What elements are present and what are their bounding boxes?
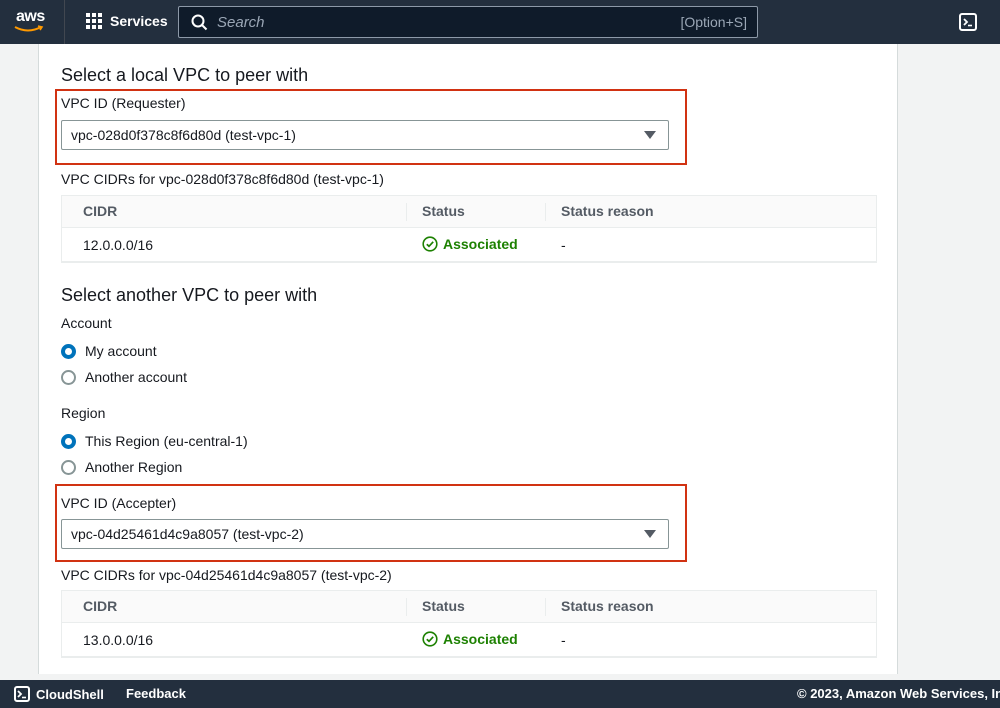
caret-down-icon [644, 131, 656, 139]
services-label: Services [110, 13, 168, 29]
cloudshell-icon[interactable] [959, 13, 977, 31]
search-input[interactable]: Search [Option+S] [178, 6, 758, 38]
accepter-cidr-table: CIDR Status Status reason 13.0.0.0/16 As… [61, 590, 877, 658]
aws-smile-icon [14, 25, 44, 32]
footer-bar: CloudShell Feedback © 2023, Amazon Web S… [0, 680, 1000, 708]
grid-menu-icon [86, 13, 102, 29]
status-reason-cell: - [561, 237, 566, 253]
caret-down-icon [644, 530, 656, 538]
check-circle-icon [422, 236, 438, 252]
feedback-link[interactable]: Feedback [126, 686, 186, 701]
radio-label: This Region (eu-central-1) [85, 433, 248, 449]
accepter-vpc-value: vpc-04d25461d4c9a8057 (test-vpc-2) [71, 526, 304, 542]
column-header-cidr: CIDR [83, 203, 118, 219]
radio-my-account[interactable]: My account [61, 343, 157, 359]
status-reason-cell: - [561, 632, 566, 648]
account-label: Account [61, 315, 112, 331]
check-circle-icon [422, 631, 438, 647]
radio-label: My account [85, 343, 157, 359]
requester-vpc-value: vpc-028d0f378c8f6d80d (test-vpc-1) [71, 127, 296, 143]
cidr-cell: 13.0.0.0/16 [83, 632, 154, 648]
column-header-cidr: CIDR [83, 598, 118, 614]
requester-cidrs-label: VPC CIDRs for vpc-028d0f378c8f6d80d (tes… [61, 171, 384, 187]
radio-button-selected[interactable] [61, 433, 76, 449]
status-cell: Associated [422, 236, 518, 252]
radio-label: Another account [85, 369, 187, 385]
aws-logo-text: aws [16, 8, 45, 25]
radio-button-selected[interactable] [61, 343, 76, 359]
status-text: Associated [443, 236, 518, 252]
region-label: Region [61, 405, 106, 421]
requester-heading: Select a local VPC to peer with [61, 65, 309, 85]
column-header-status: Status [422, 598, 465, 614]
cloudshell-label: CloudShell [36, 686, 104, 702]
requester-vpc-label: VPC ID (Requester) [61, 95, 186, 111]
requester-cidr-table: CIDR Status Status reason 12.0.0.0/16 As… [61, 195, 877, 263]
services-menu-button[interactable]: Services [86, 13, 168, 29]
search-shortcut-hint: [Option+S] [680, 14, 747, 30]
radio-another-account[interactable]: Another account [61, 369, 187, 385]
radio-another-region[interactable]: Another Region [61, 459, 182, 475]
radio-button[interactable] [61, 459, 76, 475]
table-header [62, 196, 876, 228]
accepter-heading: Select another VPC to peer with [61, 285, 318, 305]
copyright-text: © 2023, Amazon Web Services, Inc [797, 686, 1000, 701]
aws-logo[interactable]: aws [14, 8, 54, 36]
nav-divider [64, 0, 65, 44]
accepter-vpc-select[interactable]: vpc-04d25461d4c9a8057 (test-vpc-2) [61, 519, 669, 549]
cidr-cell: 12.0.0.0/16 [83, 237, 154, 253]
accepter-cidrs-label: VPC CIDRs for vpc-04d25461d4c9a8057 (tes… [61, 567, 392, 583]
column-header-status: Status [422, 203, 465, 219]
cloudshell-button[interactable]: CloudShell [14, 686, 104, 702]
radio-label: Another Region [85, 459, 183, 475]
table-header [62, 591, 876, 623]
status-cell: Associated [422, 631, 518, 647]
column-header-status-reason: Status reason [561, 598, 654, 614]
radio-this-region[interactable]: This Region (eu-central-1) [61, 433, 248, 449]
column-header-status-reason: Status reason [561, 203, 654, 219]
cloudshell-icon [14, 686, 30, 702]
status-text: Associated [443, 631, 518, 647]
search-placeholder: Search [217, 14, 265, 31]
top-navigation-bar: aws Services Search [Option+S] [0, 0, 1000, 44]
accepter-vpc-label: VPC ID (Accepter) [61, 495, 177, 511]
radio-button[interactable] [61, 369, 76, 385]
requester-vpc-select[interactable]: vpc-028d0f378c8f6d80d (test-vpc-1) [61, 120, 669, 150]
search-icon [191, 14, 208, 31]
